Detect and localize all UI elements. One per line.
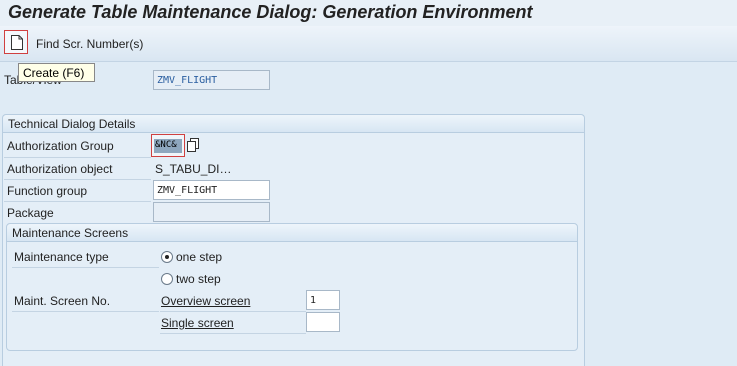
maintenance-type-label: Maintenance type xyxy=(14,250,109,264)
one-step-label[interactable]: one step xyxy=(176,250,222,264)
maint-screen-no-label: Maint. Screen No. xyxy=(14,294,111,308)
auth-group-label: Authorization Group xyxy=(7,139,114,153)
group-title: Technical Dialog Details xyxy=(8,117,136,131)
overview-screen-field[interactable]: 1 xyxy=(306,290,340,310)
copy-icon[interactable] xyxy=(187,138,200,152)
single-screen-field[interactable] xyxy=(306,312,340,332)
one-step-radio[interactable] xyxy=(161,251,173,263)
table-view-field[interactable]: ZMV_FLIGHT xyxy=(153,70,270,90)
page-title: Generate Table Maintenance Dialog: Gener… xyxy=(8,2,533,22)
function-group-label: Function group xyxy=(7,184,88,198)
auth-group-field[interactable]: &NC& xyxy=(151,134,185,157)
function-group-field[interactable]: ZMV_FLIGHT xyxy=(153,180,270,200)
single-screen-link[interactable]: Single screen xyxy=(161,316,234,330)
title-bar: Generate Table Maintenance Dialog: Gener… xyxy=(0,0,737,26)
application-toolbar: Find Scr. Number(s) xyxy=(0,26,737,62)
subgroup-title: Maintenance Screens xyxy=(12,226,129,240)
two-step-label[interactable]: two step xyxy=(176,272,221,286)
auth-group-value: &NC& xyxy=(154,139,182,153)
auth-object-value: S_TABU_DI… xyxy=(155,162,232,176)
find-screen-numbers-button[interactable]: Find Scr. Number(s) xyxy=(36,37,143,51)
two-step-radio[interactable] xyxy=(161,273,173,285)
package-label: Package xyxy=(7,206,54,220)
package-field[interactable] xyxy=(153,202,270,222)
create-tooltip: Create (F6) xyxy=(18,63,95,82)
new-document-icon xyxy=(11,35,23,50)
maintenance-screens-group: Maintenance Screens xyxy=(6,223,578,351)
overview-screen-link[interactable]: Overview screen xyxy=(161,294,250,308)
create-button[interactable] xyxy=(4,30,28,54)
auth-object-label: Authorization object xyxy=(7,162,113,176)
